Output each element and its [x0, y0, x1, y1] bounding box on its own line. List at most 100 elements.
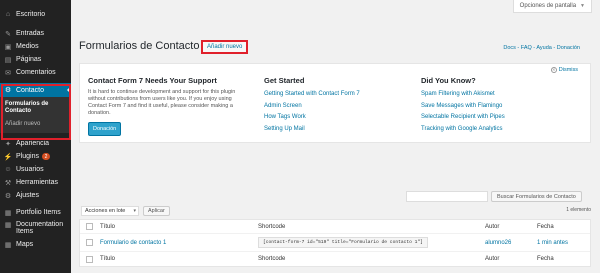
bulk-actions-select[interactable]: Acciones en lote ▾ — [81, 206, 139, 216]
menu-item-entradas[interactable]: ✎ Entradas — [0, 27, 71, 40]
apply-button[interactable]: Aplicar — [143, 206, 170, 216]
menu-item-documentation[interactable]: ▦ Documentation Items — [0, 219, 71, 238]
menu-label: Apariencia — [16, 140, 50, 147]
search-input[interactable] — [406, 191, 488, 202]
welcome-col-did-you-know: Did You Know? Spam Filtering with Akisme… — [421, 76, 505, 135]
pages-icon: ▤ — [4, 56, 12, 64]
link-setting-up-mail[interactable]: Setting Up Mail — [264, 124, 360, 136]
table-row: Formulario de contacto 1 [contact-form-7… — [80, 234, 590, 252]
documentation-icon: ▦ — [4, 222, 12, 229]
menu-item-maps[interactable]: ▦ Maps — [0, 238, 71, 251]
menu-label: Ajustes — [16, 192, 39, 199]
search-button[interactable]: Buscar Formularios de Contacto — [491, 191, 582, 202]
did-you-know-title: Did You Know? — [421, 76, 476, 85]
support-text: It is hard to continue development and s… — [88, 89, 236, 116]
comments-icon: ✉ — [5, 69, 11, 77]
link-google-analytics[interactable]: Tracking with Google Analytics — [421, 124, 505, 136]
menu-label: Usuarios — [16, 166, 44, 173]
menu-item-escritorio[interactable]: ⌂ Escritorio — [0, 8, 71, 21]
bulk-actions-value: Acciones en lote — [85, 208, 126, 214]
column-title-footer[interactable]: Título — [100, 252, 115, 266]
menu-label: Documentation Items — [16, 221, 64, 235]
pushpin-icon: ✎ — [5, 30, 11, 38]
column-shortcode: Shortcode — [258, 223, 286, 230]
add-new-button[interactable]: Añadir nuevo — [201, 40, 249, 54]
link-how-tags-work[interactable]: How Tags Work — [264, 112, 360, 124]
column-shortcode-footer: Shortcode — [258, 256, 286, 262]
page-title: Formularios de Contacto — [79, 40, 200, 52]
link-akismet[interactable]: Spam Filtering with Akismet — [421, 89, 505, 101]
portfolio-icon: ▦ — [4, 209, 12, 217]
row-checkbox[interactable] — [86, 239, 93, 246]
column-date[interactable]: Fecha — [537, 220, 554, 233]
forms-table: Título Shortcode Autor Fecha Formulario … — [79, 219, 591, 267]
menu-label: Comentarios — [16, 69, 56, 76]
menu-item-usuarios[interactable]: ☺ Usuarios — [0, 163, 71, 176]
dismiss-link[interactable]: ✕ Dismiss — [550, 67, 578, 73]
dashboard-icon: ⌂ — [5, 11, 11, 18]
users-icon: ☺ — [4, 166, 12, 173]
link-getting-started[interactable]: Getting Started with Contact Form 7 — [264, 89, 360, 101]
update-count-badge: 2 — [41, 153, 50, 160]
item-count: 1 elemento — [566, 207, 591, 213]
column-title[interactable]: Título — [100, 220, 115, 233]
welcome-panel: ✕ Dismiss Contact Form 7 Needs Your Suppo… — [79, 63, 591, 143]
tools-icon: ⚒ — [4, 179, 12, 187]
contacto-submenu: Formularios de Contacto Añadir nuevo — [0, 97, 71, 133]
table-header: Título Shortcode Autor Fecha — [80, 220, 590, 234]
main-content: Opciones de pantalla ▼ Formularios de Co… — [71, 0, 600, 273]
menu-item-plugins[interactable]: ⚡ Plugins 2 — [0, 150, 71, 163]
link-admin-screen[interactable]: Admin Screen — [264, 101, 360, 113]
menu-label: Herramientas — [16, 179, 59, 186]
select-all-checkbox[interactable] — [86, 223, 93, 230]
submenu-formularios[interactable]: Formularios de Contacto — [0, 99, 71, 117]
column-author[interactable]: Autor — [485, 220, 499, 233]
link-flamingo[interactable]: Save Messages with Flamingo — [421, 101, 505, 113]
settings-icon: ⚙ — [4, 192, 12, 200]
shortcode-field[interactable]: [contact-form-7 id="519" title="Formular… — [258, 237, 428, 248]
close-icon: ✕ — [550, 67, 557, 73]
screen-options-label: Opciones de pantalla — [519, 3, 577, 9]
submenu-anadir-nuevo[interactable]: Añadir nuevo — [0, 119, 71, 130]
donate-button[interactable]: Donación — [88, 122, 122, 136]
menu-item-portfolio[interactable]: ▦ Portfolio Items — [0, 206, 71, 219]
admin-sidebar: ⌂ Escritorio ✎ Entradas ▣ Medios ▤ Págin… — [0, 0, 71, 273]
maps-icon: ▦ — [4, 241, 12, 249]
help-links[interactable]: Docs - FAQ - Ayuda - Donación — [503, 45, 580, 51]
screen-options-button[interactable]: Opciones de pantalla ▼ — [512, 0, 592, 13]
menu-item-apariencia[interactable]: ✦ Apariencia — [0, 137, 71, 150]
menu-label: Escritorio — [16, 11, 46, 18]
menu-label: Portfolio Items — [16, 209, 61, 216]
welcome-col-support: Contact Form 7 Needs Your Support It is … — [88, 76, 248, 136]
link-pipes[interactable]: Selectable Recipient with Pipes — [421, 112, 505, 124]
menu-label: Entradas — [16, 30, 45, 37]
form-title-link[interactable]: Formulario de contacto 1 — [100, 234, 166, 251]
table-footer: Título Shortcode Autor Fecha — [80, 252, 590, 266]
author-link[interactable]: alumno26 — [485, 234, 511, 251]
menu-label: Medios — [16, 43, 39, 50]
mail-icon: ⚙ — [4, 87, 12, 94]
column-author-footer[interactable]: Autor — [485, 252, 499, 266]
select-all-checkbox-footer[interactable] — [86, 255, 93, 263]
get-started-title: Get Started — [264, 76, 305, 85]
plugins-icon: ⚡ — [3, 153, 13, 161]
menu-label: Contacto — [16, 86, 45, 94]
media-icon: ▣ — [4, 43, 12, 51]
appearance-icon: ✦ — [5, 140, 11, 148]
support-title: Contact Form 7 Needs Your Support — [88, 76, 217, 85]
menu-label: Páginas — [16, 56, 42, 63]
menu-label: Maps — [16, 241, 34, 248]
menu-label: Plugins — [16, 153, 39, 160]
menu-item-medios[interactable]: ▣ Medios — [0, 40, 71, 53]
menu-item-ajustes[interactable]: ⚙ Ajustes — [0, 189, 71, 202]
chevron-down-icon: ▾ — [133, 208, 136, 214]
caret-down-icon: ▼ — [580, 3, 585, 9]
menu-item-herramientas[interactable]: ⚒ Herramientas — [0, 176, 71, 189]
menu-item-contacto[interactable]: ⚙ Contacto — [0, 83, 71, 97]
dismiss-label: Dismiss — [558, 67, 578, 73]
column-date-footer[interactable]: Fecha — [537, 252, 554, 266]
welcome-col-get-started: Get Started Getting Started with Contact… — [264, 76, 360, 135]
menu-item-paginas[interactable]: ▤ Páginas — [0, 53, 71, 66]
date-value: 1 min antes — [537, 239, 569, 246]
menu-item-comentarios[interactable]: ✉ Comentarios — [0, 66, 71, 79]
